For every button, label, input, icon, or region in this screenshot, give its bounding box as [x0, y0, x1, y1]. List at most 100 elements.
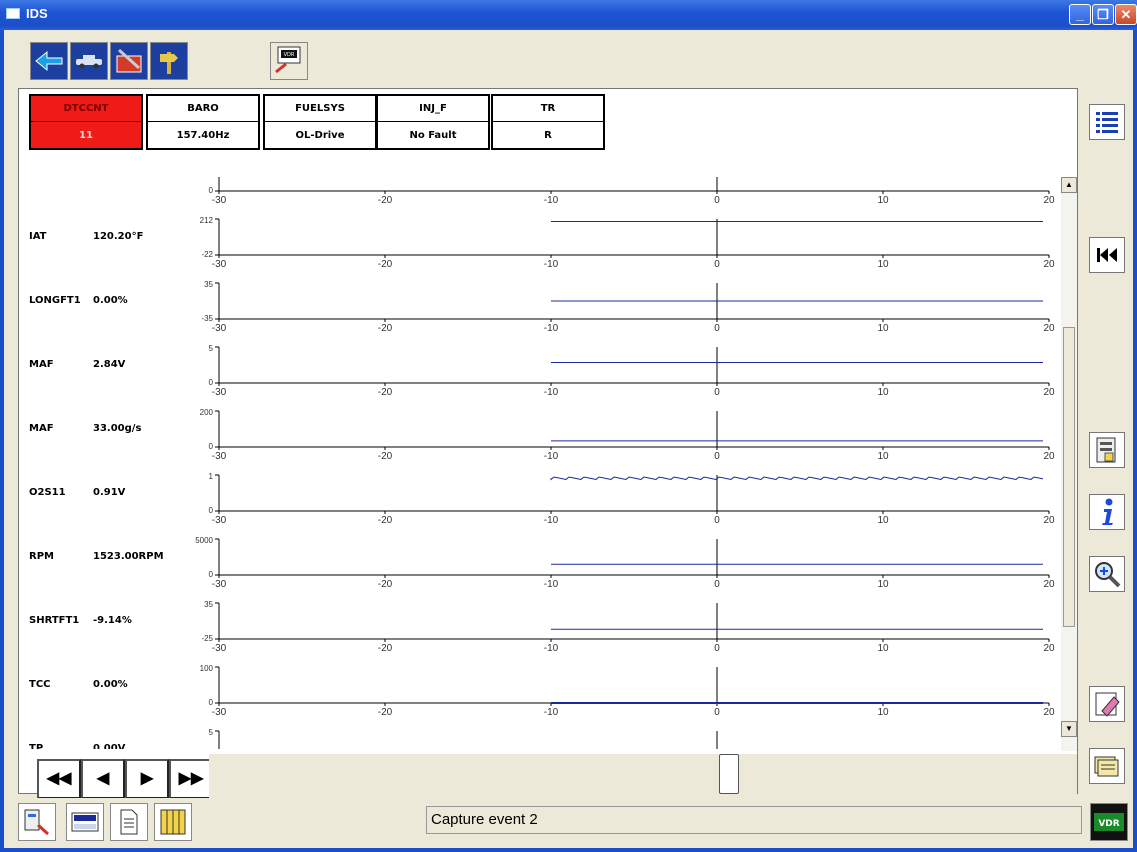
pid-box[interactable]: FUELSYS OL-Drive — [263, 94, 377, 150]
axis-tick-label: -10 — [544, 707, 559, 718]
axis-tick-label: 0 — [714, 195, 720, 206]
axis-tick-label: -20 — [378, 195, 393, 206]
axis-tick-label: 20 — [1043, 195, 1055, 206]
close-button[interactable]: ✕ — [1115, 4, 1137, 25]
rewind-to-start-icon[interactable] — [1089, 237, 1125, 273]
list-icon[interactable] — [1089, 104, 1125, 140]
graph-pid-value: 1523.00RPM — [93, 551, 164, 562]
title-bar: IDS _ ❐ ✕ — [0, 0, 1137, 30]
axis-tick-label: 10 — [877, 707, 889, 718]
axis-tick-label: -30 — [212, 515, 227, 526]
axis-tick-label: -30 — [212, 579, 227, 590]
vdr-status-icon[interactable]: VDR — [1090, 803, 1128, 841]
axis-tick-label: 10 — [877, 259, 889, 270]
y-min-label: 0 — [209, 186, 214, 195]
graph-pid-value: 2.84V — [93, 359, 126, 370]
scroll-thumb[interactable] — [1063, 327, 1075, 627]
axis-tick-label: -10 — [544, 643, 559, 654]
bottom-toolbar: Capture event 2 VDR — [4, 798, 1133, 848]
axis-tick-label: -30 — [212, 643, 227, 654]
pid-box[interactable]: TR R — [491, 94, 605, 150]
scroll-up-icon[interactable]: ▲ — [1061, 177, 1077, 193]
axis-tick-label: -20 — [378, 707, 393, 718]
graph-area[interactable]: -30 -20 -10 0 10 20 0 -30 -20 -10 0 10 20 212 -22 -30 -2… — [19, 177, 1059, 749]
pid-value: 157.40Hz — [176, 130, 230, 141]
axis-tick-label: 10 — [877, 323, 889, 334]
axis-tick-label: -30 — [212, 259, 227, 270]
axis-tick-label: 20 — [1043, 451, 1055, 462]
pid-name: FUELSYS — [265, 96, 375, 122]
axis-tick-label: 20 — [1043, 643, 1055, 654]
axis-tick-label: -10 — [544, 259, 559, 270]
toolbox-icon[interactable] — [110, 42, 148, 80]
info-icon[interactable] — [1089, 494, 1125, 530]
axis-tick-label: 0 — [714, 643, 720, 654]
pid-box[interactable]: DTCCNT 11 — [29, 94, 143, 150]
axis-tick-label: -30 — [212, 323, 227, 334]
axis-tick-label: 0 — [714, 323, 720, 334]
graph-pid-label: LONGFT1 — [29, 295, 81, 306]
vehicle-icon[interactable] — [70, 42, 108, 80]
y-max-label: 35 — [204, 600, 213, 609]
graph-pid-label: TCC — [29, 679, 51, 690]
axis-tick-label: 20 — [1043, 259, 1055, 270]
axis-tick-label: 10 — [877, 195, 889, 206]
axis-tick-label: -20 — [378, 387, 393, 398]
y-min-label: -35 — [201, 314, 213, 323]
graph-pid-value: 64.45% — [93, 177, 135, 178]
graph-scrollbar[interactable]: ▲ ▼ — [1061, 177, 1077, 751]
pid-box[interactable]: INJ_F No Fault — [376, 94, 490, 150]
zoom-icon[interactable] — [1089, 556, 1125, 592]
minimize-button[interactable]: _ — [1069, 4, 1091, 25]
scroll-down-icon[interactable]: ▼ — [1061, 721, 1077, 737]
window-frame: VDR DTCCNT 11 BARO 157.40Hz FUELSYS OL-Driv… — [0, 30, 1137, 852]
axis-tick-label: 20 — [1043, 579, 1055, 590]
graph-pid-label: TP — [29, 743, 44, 749]
axis-tick-label: -30 — [212, 707, 227, 718]
axis-tick-label: -10 — [544, 387, 559, 398]
next-frame-button[interactable]: ▶ — [125, 759, 169, 799]
document-tab-icon[interactable] — [110, 803, 148, 841]
graph-row: -30 -20 -10 0 10 20 0 — [209, 177, 1055, 206]
axis-tick-label: -20 — [378, 259, 393, 270]
graph-pid-label: IAT — [29, 231, 47, 242]
pid-select-icon[interactable] — [1089, 432, 1125, 468]
axis-tick-label: -10 — [544, 451, 559, 462]
y-max-label: 5000 — [195, 536, 213, 545]
graph-pid-label: O2S11 — [29, 487, 66, 498]
abcd-tab-icon[interactable] — [154, 803, 192, 841]
axis-tick-label: 0 — [714, 707, 720, 718]
graph-pid-label: SHRTFT1 — [29, 615, 80, 626]
y-max-label: 212 — [200, 216, 214, 225]
recordings-icon[interactable] — [1089, 748, 1125, 784]
restore-button[interactable]: ❐ — [1092, 4, 1114, 25]
datalogger-tab-icon[interactable] — [18, 803, 56, 841]
svg-text:VDR: VDR — [1098, 819, 1119, 829]
axis-tick-label: 20 — [1043, 323, 1055, 334]
axis-tick-label: 0 — [714, 387, 720, 398]
time-slider[interactable] — [209, 754, 1077, 798]
graph-pid-label: IAC — [29, 177, 48, 178]
y-min-label: 0 — [209, 506, 214, 515]
back-arrow-icon[interactable] — [30, 42, 68, 80]
eraser-icon[interactable] — [1089, 686, 1125, 722]
axis-tick-label: 10 — [877, 515, 889, 526]
last-frame-button[interactable]: ▶▶ — [169, 759, 213, 799]
y-min-label: 0 — [209, 378, 214, 387]
axis-tick-label: 0 — [714, 451, 720, 462]
pid-name: TR — [493, 96, 603, 122]
axis-tick-label: -20 — [378, 451, 393, 462]
pid-box[interactable]: BARO 157.40Hz — [146, 94, 260, 150]
pid-value: No Fault — [409, 130, 457, 141]
graph-pid-label: MAF — [29, 423, 54, 434]
vdr-tool-icon[interactable]: VDR — [270, 42, 308, 80]
y-max-label: 100 — [200, 664, 214, 673]
previous-frame-button[interactable]: ◀ — [81, 759, 125, 799]
signpost-icon[interactable] — [150, 42, 188, 80]
time-slider-thumb[interactable] — [719, 754, 739, 794]
graph-canvas: -30 -20 -10 0 10 200-30 -20 -10 0 10 20212-22-30 -2… — [195, 177, 1055, 749]
pid-value: OL-Drive — [295, 130, 345, 141]
app-icon — [6, 8, 20, 19]
recorder-tab-icon[interactable] — [66, 803, 104, 841]
first-frame-button[interactable]: ◀◀ — [37, 759, 81, 799]
